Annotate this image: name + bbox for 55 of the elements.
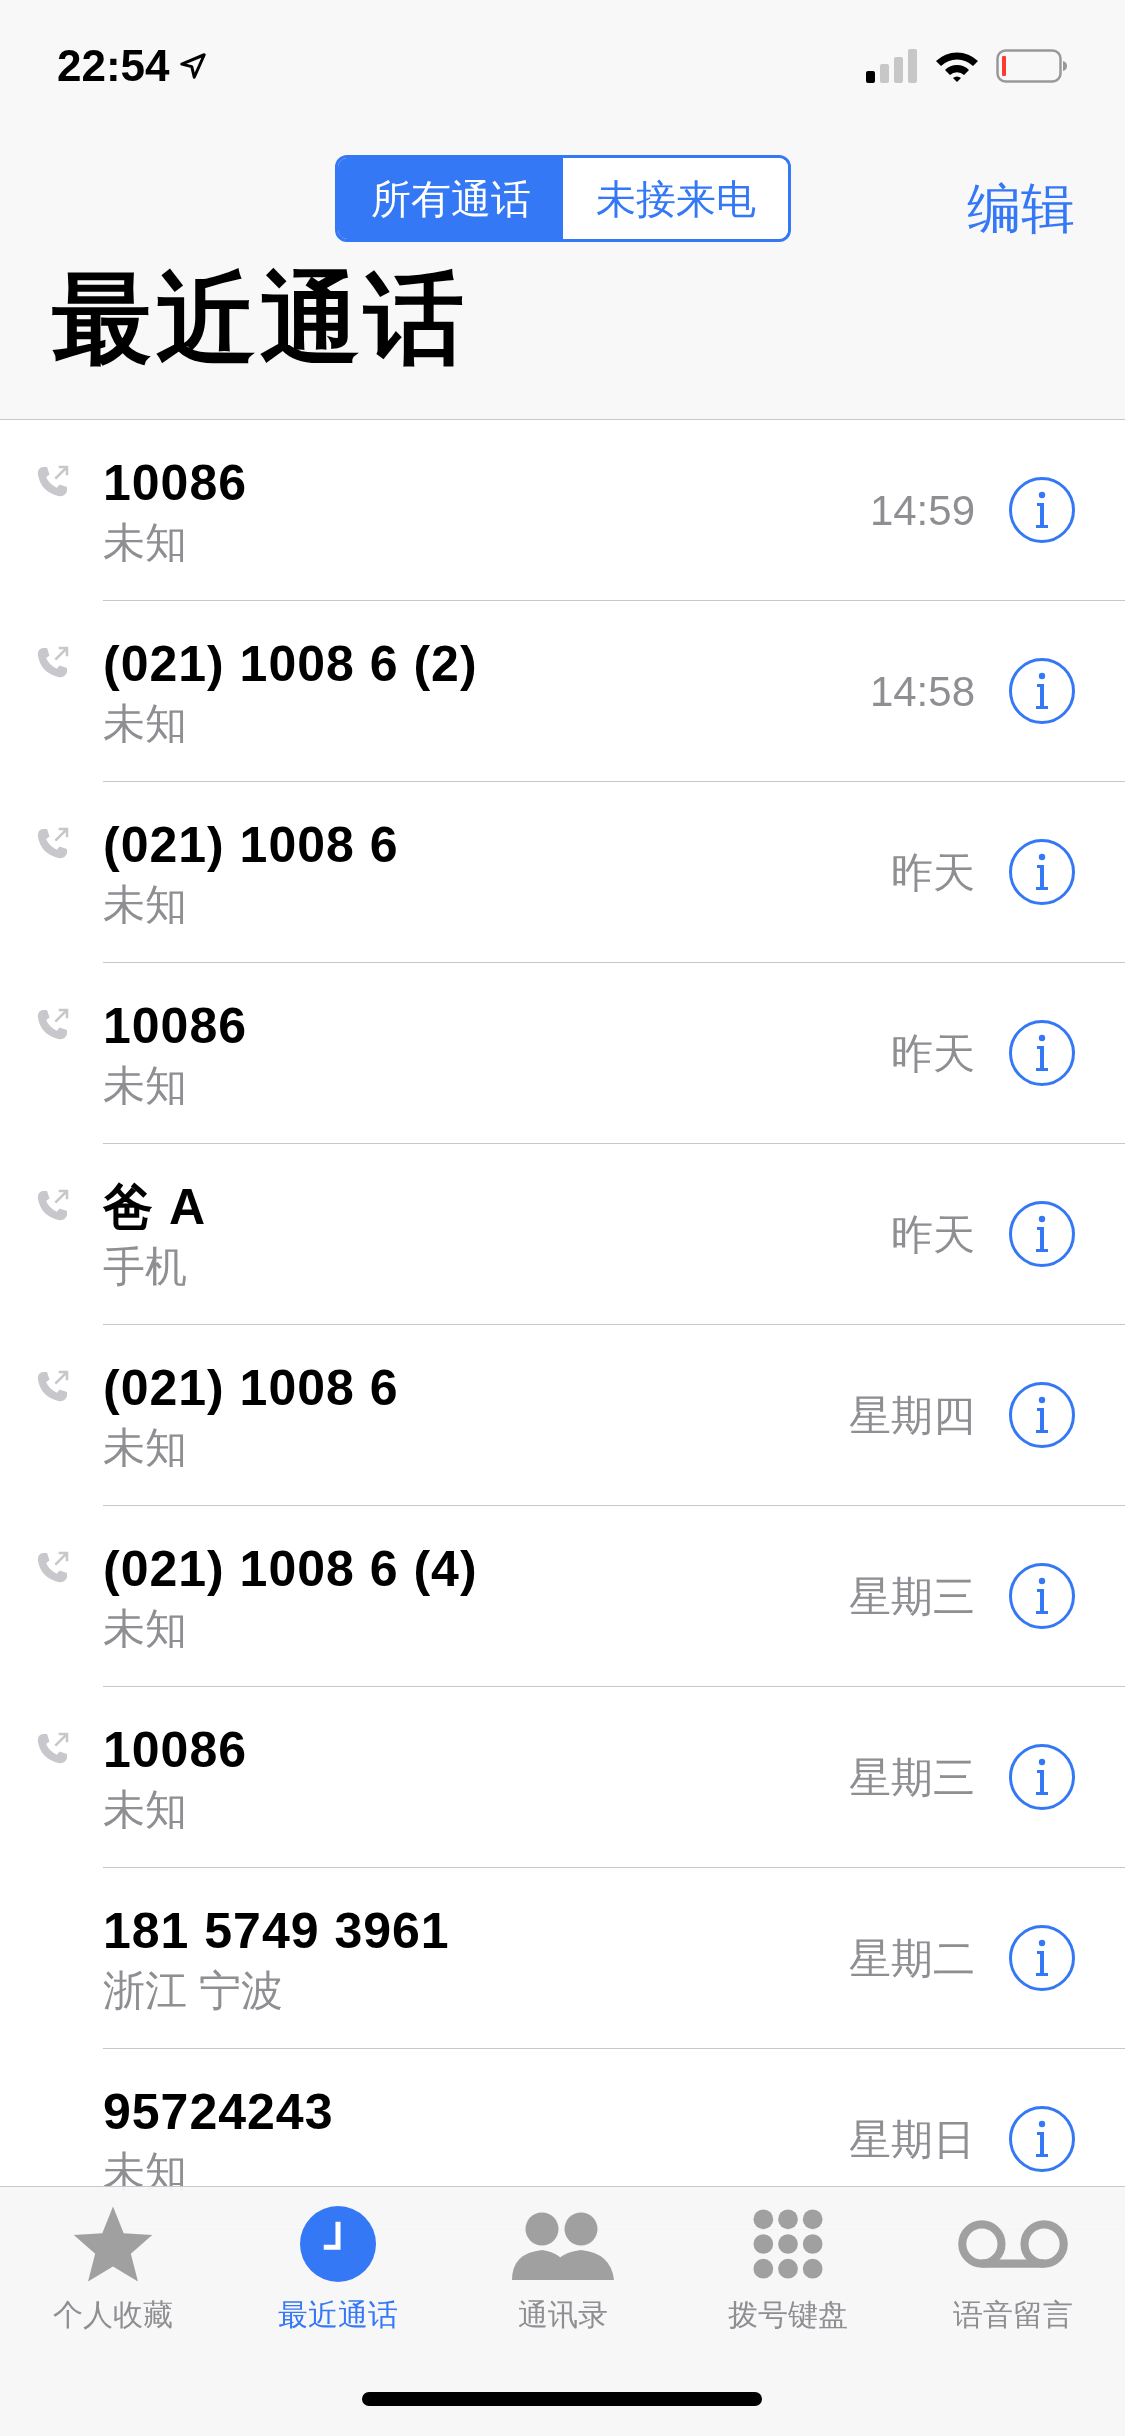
voicemail-icon (956, 2217, 1069, 2271)
call-time: 星期四 (849, 1390, 975, 1441)
info-button[interactable] (1009, 839, 1075, 905)
info-button[interactable] (1009, 1744, 1075, 1810)
status-time: 22:54 (57, 40, 170, 92)
segment-tab[interactable]: 所有通话 (338, 158, 563, 239)
caller-detail: 未知 (103, 1604, 188, 1654)
caller-detail: 未知 (103, 1423, 188, 1473)
call-time: 星期三 (849, 1752, 975, 1803)
caller-detail: 未知 (103, 880, 188, 930)
caller-detail: 未知 (103, 699, 188, 749)
caller-detail: 手机 (103, 1242, 188, 1292)
location-arrow-icon (177, 51, 208, 81)
signal-icon (866, 49, 918, 83)
battery-icon (996, 49, 1068, 83)
caller-detail: 未知 (103, 1061, 188, 1111)
caller-name: 181 5749 3961 (103, 1902, 451, 1961)
info-button[interactable] (1009, 477, 1075, 543)
info-button[interactable] (1009, 1020, 1075, 1086)
call-time: 14:59 (869, 485, 975, 536)
caller-detail: 未知 (103, 1785, 188, 1835)
clock-icon (299, 2206, 376, 2282)
call-time: 昨天 (891, 1209, 975, 1260)
caller-name: (021) 1008 6 (103, 816, 400, 875)
caller-name: (021) 1008 6 (2) (103, 635, 479, 694)
info-button[interactable] (1009, 2106, 1075, 2172)
info-button[interactable] (1009, 1563, 1075, 1629)
call-time: 昨天 (891, 847, 975, 898)
call-time: 星期三 (849, 1571, 975, 1622)
wifi-icon (934, 49, 980, 83)
keypad-icon (750, 2207, 825, 2281)
info-button[interactable] (1009, 1382, 1075, 1448)
tab-bar-item[interactable]: 拨号键盘 (675, 2187, 900, 2337)
caller-detail: 未知 (103, 518, 188, 568)
caller-detail: 浙江 宁波 (103, 1966, 284, 2016)
edit-button[interactable]: 编辑 (967, 168, 1075, 249)
caller-name: 爸 A (103, 1178, 207, 1237)
info-button[interactable] (1009, 1201, 1075, 1267)
caller-name: (021) 1008 6 (103, 1359, 400, 1418)
info-button[interactable] (1009, 1925, 1075, 1991)
caller-name: 10086 (103, 997, 249, 1056)
call-time: 14:58 (869, 666, 975, 717)
call-time: 星期二 (849, 1933, 975, 1984)
page-title: 最近通话 (52, 262, 468, 374)
call-time: 星期日 (849, 2114, 975, 2165)
info-button[interactable] (1009, 658, 1075, 724)
tab-bar-item[interactable]: 最近通话 (225, 2187, 450, 2337)
tab-bar-item[interactable]: 语音留言 (900, 2187, 1125, 2337)
call-time: 昨天 (891, 1028, 975, 1079)
caller-name: 95724243 (103, 2083, 335, 2142)
tab-bar-item[interactable]: 通讯录 (450, 2187, 675, 2337)
caller-name: (021) 1008 6 (4) (103, 1540, 479, 1599)
segment-tab[interactable]: 未接来电 (563, 158, 788, 239)
caller-name: 10086 (103, 1721, 249, 1780)
caller-name: 10086 (103, 454, 249, 513)
